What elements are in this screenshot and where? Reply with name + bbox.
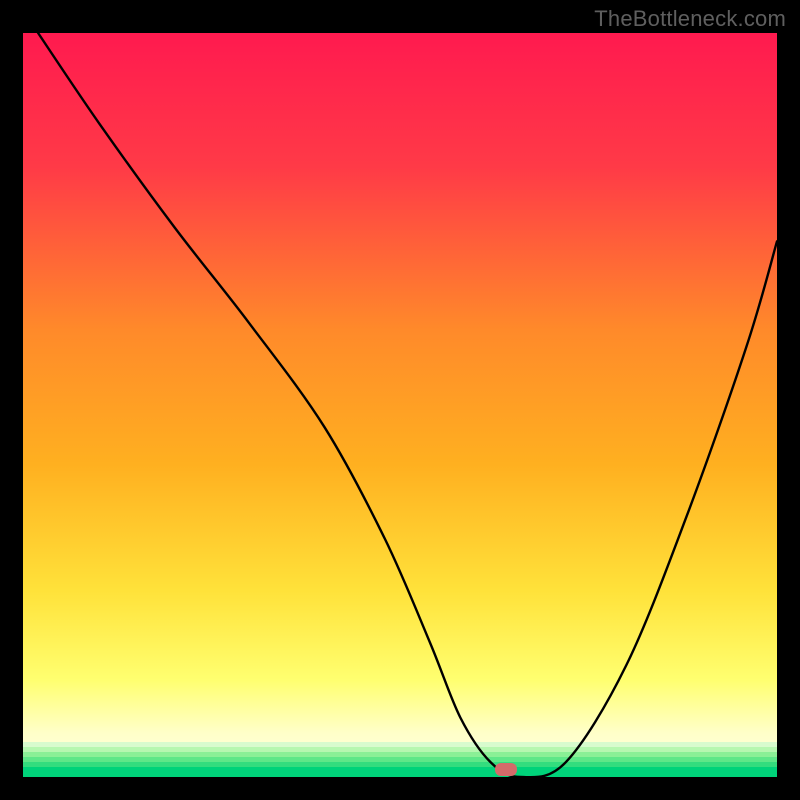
bottleneck-curve (23, 33, 777, 777)
plot-area (23, 33, 777, 777)
optimal-point-marker (495, 763, 517, 776)
watermark-text: TheBottleneck.com (594, 6, 786, 32)
chart-frame: TheBottleneck.com (0, 0, 800, 800)
